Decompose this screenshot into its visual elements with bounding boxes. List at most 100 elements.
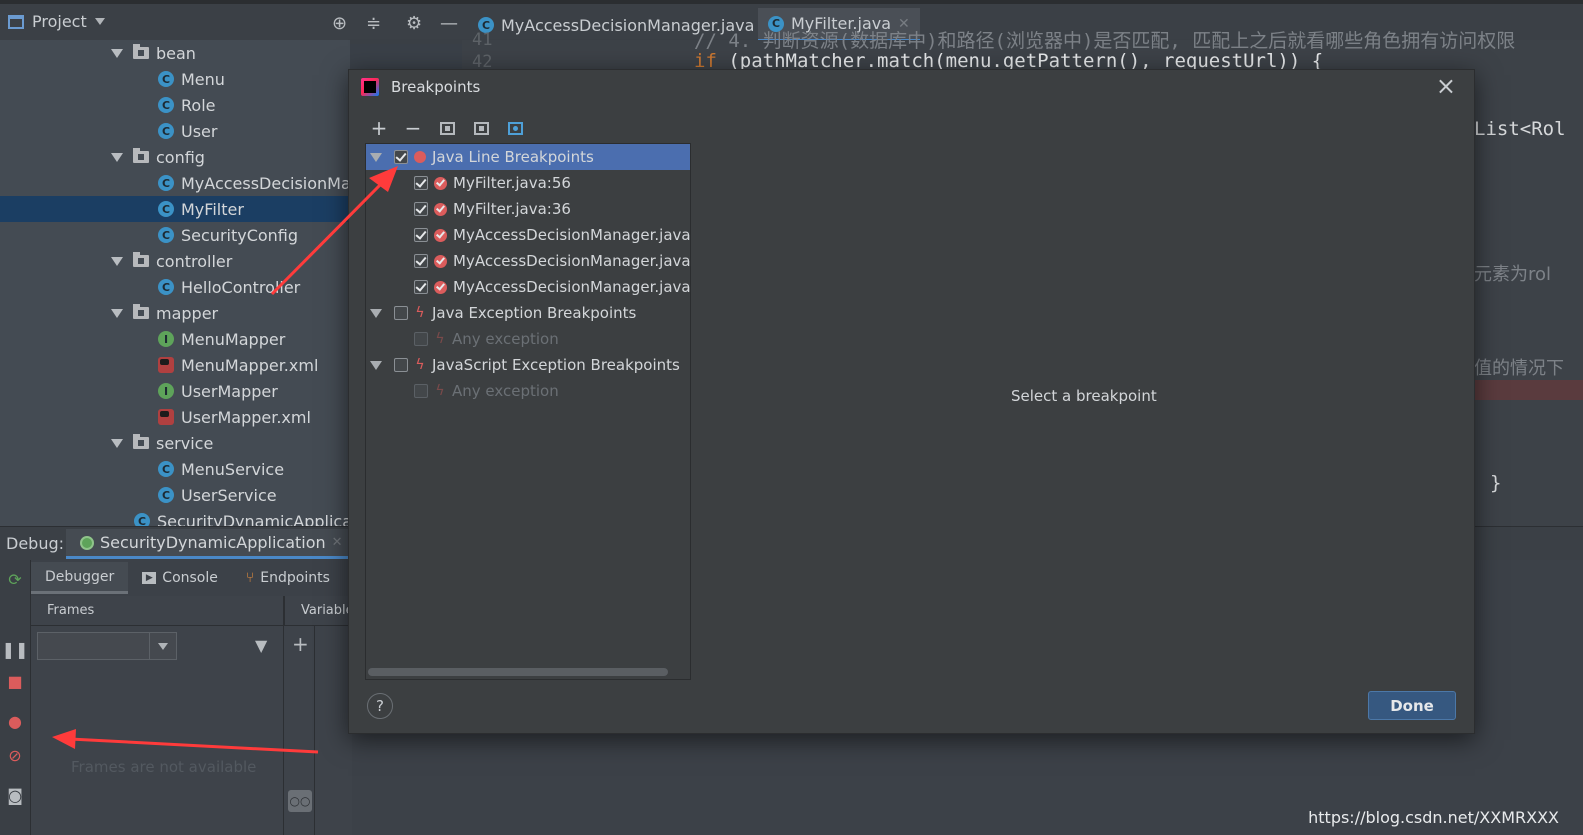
tree-item-label: SecurityDynamicApplication xyxy=(157,511,350,527)
breakpoint-checkbox[interactable] xyxy=(414,384,428,398)
close-icon[interactable]: ✕ xyxy=(332,535,343,550)
hide-panel-icon[interactable]: — xyxy=(440,13,458,34)
bp-item-label: MyAccessDecisionManager.java: xyxy=(453,226,691,244)
group-by-package-icon[interactable] xyxy=(437,118,457,138)
code-fragment: List<Rol xyxy=(1474,118,1566,140)
tree-item-menumapper-xml[interactable]: MenuMapper.xml xyxy=(0,352,350,378)
group-by-file-icon[interactable] xyxy=(471,118,491,138)
breakpoint-checkbox[interactable] xyxy=(414,280,428,294)
tree-item-bean[interactable]: bean xyxy=(0,40,350,66)
filter-icon[interactable]: ▼ xyxy=(255,636,267,655)
tree-item-label: SecurityConfig xyxy=(181,225,299,245)
expand-triangle-icon[interactable] xyxy=(111,48,123,58)
rerun-icon[interactable]: ⟳ xyxy=(6,570,24,589)
tree-item-usermapper-xml[interactable]: UserMapper.xml xyxy=(0,404,350,430)
bp-item[interactable]: MyAccessDecisionManager.java: xyxy=(366,248,691,274)
debug-session-tab[interactable]: SecurityDynamicApplication ✕ xyxy=(66,529,357,559)
tree-item-myfilter[interactable]: C MyFilter xyxy=(0,196,350,222)
tree-item-menuservice[interactable]: C MenuService xyxy=(0,456,350,482)
tree-item-userservice[interactable]: C UserService xyxy=(0,482,350,508)
tree-item-securityconfig[interactable]: C SecurityConfig xyxy=(0,222,350,248)
thread-select[interactable] xyxy=(37,632,177,660)
verified-breakpoint-icon xyxy=(434,176,447,190)
mybatis-xml-icon xyxy=(158,357,174,373)
verified-breakpoint-icon xyxy=(434,202,447,216)
tree-item-hellocontroller[interactable]: C HelloController xyxy=(0,274,350,300)
horizontal-scrollbar[interactable] xyxy=(368,668,668,676)
expand-triangle-icon[interactable] xyxy=(370,152,382,162)
debug-run-icon xyxy=(80,535,94,550)
add-breakpoint-icon[interactable]: + xyxy=(369,116,389,140)
expand-triangle-icon[interactable] xyxy=(111,308,123,318)
watches-icon[interactable]: ○○ xyxy=(288,790,312,812)
breakpoint-checkbox[interactable] xyxy=(414,254,428,268)
expand-triangle-icon[interactable] xyxy=(370,360,382,370)
bp-item[interactable]: MyFilter.java:56 xyxy=(366,170,690,196)
exception-bolt-icon: ϟ xyxy=(415,305,425,321)
frames-header: Frames xyxy=(31,596,283,626)
bp-group-javascript-exception[interactable]: ϟ JavaScript Exception Breakpoints xyxy=(366,352,690,378)
tree-item-mapper[interactable]: mapper xyxy=(0,300,350,326)
close-icon[interactable]: × xyxy=(1436,74,1456,98)
group-checkbox[interactable] xyxy=(394,306,408,320)
code-comment: // 4. 判断资源(数据库中)和路径(浏览器中)是否匹配, 匹配上之后就看哪些… xyxy=(694,30,1516,52)
done-button[interactable]: Done xyxy=(1368,691,1456,720)
verified-breakpoint-icon xyxy=(434,280,447,294)
expand-triangle-icon[interactable] xyxy=(370,308,382,318)
expand-triangle-icon[interactable] xyxy=(111,152,123,162)
tree-item-controller[interactable]: controller xyxy=(0,248,350,274)
stop-icon[interactable]: ■ xyxy=(6,672,24,691)
expand-triangle-icon[interactable] xyxy=(111,256,123,266)
project-view-selector[interactable]: Project xyxy=(8,12,105,31)
add-watch-icon[interactable]: + xyxy=(292,632,309,656)
bp-item[interactable]: MyAccessDecisionManager.java: xyxy=(366,222,691,248)
tab-endpoints[interactable]: ⑂ Endpoints xyxy=(232,562,344,594)
dropdown-button[interactable] xyxy=(149,633,176,659)
group-by-class-icon[interactable] xyxy=(505,118,525,138)
bp-item-label: MyAccessDecisionManager.java: xyxy=(453,252,691,270)
mute-breakpoints-icon[interactable]: ⊘ xyxy=(6,746,24,765)
bp-group-java-line[interactable]: Java Line Breakpoints xyxy=(366,144,690,170)
breakpoint-checkbox[interactable] xyxy=(414,176,428,190)
tree-item-menumapper[interactable]: I MenuMapper xyxy=(0,326,350,352)
tree-item-label: UserMapper.xml xyxy=(181,407,311,427)
bp-item-label: Any exception xyxy=(452,330,559,348)
group-checkbox[interactable] xyxy=(394,150,408,164)
class-icon: C xyxy=(158,227,174,243)
chevron-down-icon xyxy=(94,18,105,25)
tree-item-securitydynamicapplication[interactable]: C SecurityDynamicApplication xyxy=(0,508,350,526)
pause-icon[interactable]: ❚❚ xyxy=(2,640,29,659)
tree-item-label: MyFilter xyxy=(181,199,244,219)
tree-item-role[interactable]: C Role xyxy=(0,92,350,118)
tree-item-service[interactable]: service xyxy=(0,430,350,456)
bp-item[interactable]: MyAccessDecisionManager.java: xyxy=(366,274,690,300)
bp-item[interactable]: MyFilter.java:36 xyxy=(366,196,690,222)
folder-icon xyxy=(133,434,149,449)
tree-item-myaccessdecisionmanager[interactable]: C MyAccessDecisionManager xyxy=(0,170,350,196)
tree-item-usermapper[interactable]: I UserMapper xyxy=(0,378,350,404)
locate-icon[interactable]: ⊕ xyxy=(332,13,347,34)
help-button[interactable]: ? xyxy=(367,693,393,719)
tree-item-menu[interactable]: C Menu xyxy=(0,66,350,92)
bp-item[interactable]: ϟ Any exception xyxy=(366,378,690,404)
bp-group-java-exception[interactable]: ϟ Java Exception Breakpoints xyxy=(366,300,690,326)
bp-item[interactable]: ϟ Any exception xyxy=(366,326,690,352)
camera-icon[interactable]: ◙ xyxy=(6,786,24,805)
expand-triangle-icon[interactable] xyxy=(111,438,123,448)
tree-item-user[interactable]: C User xyxy=(0,118,350,144)
tree-item-label: UserMapper xyxy=(181,381,278,401)
collapse-all-icon[interactable]: ≑ xyxy=(366,13,381,34)
breakpoint-checkbox[interactable] xyxy=(414,228,428,242)
gear-icon[interactable]: ⚙ xyxy=(406,13,422,34)
breakpoint-checkbox[interactable] xyxy=(414,202,428,216)
class-icon: C xyxy=(158,201,174,217)
tab-debugger[interactable]: Debugger xyxy=(31,562,129,594)
view-breakpoints-icon[interactable]: ● xyxy=(6,712,24,731)
tab-console[interactable]: ▶ Console xyxy=(128,562,232,594)
subtab-label: Endpoints xyxy=(260,570,330,586)
remove-breakpoint-icon[interactable]: − xyxy=(403,116,423,140)
breakpoint-line-highlight xyxy=(1474,380,1583,400)
breakpoint-checkbox[interactable] xyxy=(414,332,428,346)
group-checkbox[interactable] xyxy=(394,358,408,372)
tree-item-config[interactable]: config xyxy=(0,144,350,170)
